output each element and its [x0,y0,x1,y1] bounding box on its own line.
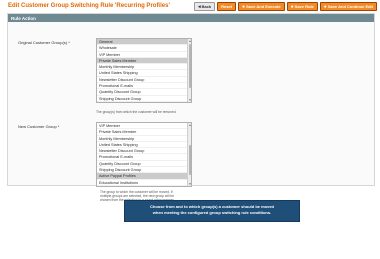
back-button-label: Back [201,4,212,9]
panel-header: Rule Action [8,14,374,22]
original-group-note: The group(s) from which the customer wil… [96,110,177,114]
save-and-execute-button[interactable]: ● Save And Execute [238,2,285,11]
scroll-up-arrow-icon[interactable]: ▲ [188,39,192,43]
save-icon: ● [290,3,294,10]
rule-action-panel: Rule Action Original Customer Group(s) *… [7,13,375,202]
original-group-scrollbar[interactable]: ▲ ▼ [187,39,191,102]
caption-box: Choose from and to which group(s) a cust… [124,200,300,222]
new-group-multiselect[interactable]: VIP Member Private Sales Member Monthly Me… [96,122,192,187]
new-group-options: VIP Member Private Sales Member Monthly Me… [97,123,191,186]
scroll-up-arrow-icon[interactable]: ▲ [188,123,192,127]
scroll-thumb[interactable] [188,145,191,175]
save-and-continue-button[interactable]: ● Save And Continue Edit [319,2,377,11]
caption-line: when meeting the configured group switch… [152,210,272,215]
original-group-multiselect[interactable]: General Wholesale VIP Member Private Sales … [96,38,192,103]
scroll-down-arrow-icon[interactable]: ▼ [188,182,192,186]
scroll-down-arrow-icon[interactable]: ▼ [188,98,192,102]
toolbar: ◂ Back Reset ● Save And Execute ● Save R… [194,2,377,11]
save-icon: ● [242,3,246,10]
save-icon: ● [323,3,327,10]
page-title: Edit Customer Group Switching Rule 'Recu… [8,3,170,9]
multiselect-option[interactable]: Shipping Discount Group [97,96,191,102]
back-arrow-icon: ◂ [198,3,201,10]
save-and-execute-label: Save And Execute [246,4,281,9]
back-button[interactable]: ◂ Back [194,2,216,11]
original-group-options: General Wholesale VIP Member Private Sales … [97,39,191,102]
scroll-thumb[interactable] [188,44,191,88]
new-group-label: New Customer Group * [18,124,60,129]
reset-button[interactable]: Reset [217,2,237,11]
save-rule-label: Save Rule [294,4,314,9]
new-group-scrollbar[interactable]: ▲ ▼ [187,123,191,186]
save-rule-button[interactable]: ● Save Rule [286,2,318,11]
multiselect-option[interactable]: Educational Institutions [97,180,191,186]
original-group-label: Original Customer Group(s) * [18,40,70,45]
reset-button-label: Reset [221,4,233,9]
save-and-continue-label: Save And Continue Edit [327,4,373,9]
